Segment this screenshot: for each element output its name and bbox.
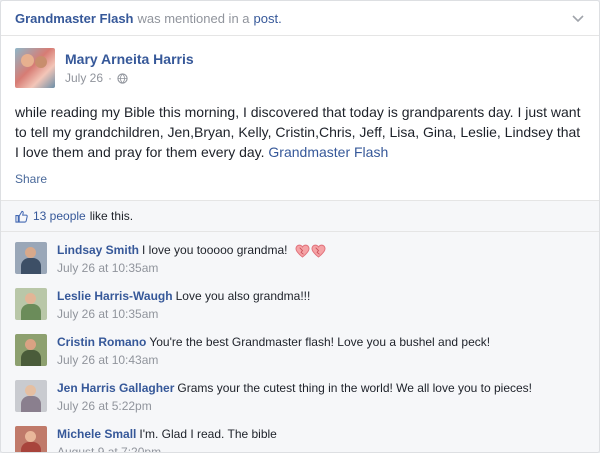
likes-suffix: like this.	[89, 209, 134, 223]
mention-text: was mentioned in a	[137, 10, 250, 26]
commenter-name[interactable]: Michele Small	[57, 427, 136, 441]
post-link[interactable]: post.	[254, 11, 282, 26]
author-name[interactable]: Mary Arneita Harris	[65, 51, 194, 67]
separator-dot: ·	[108, 71, 113, 85]
post-author-row: Mary Arneita Harris July 26 ·	[1, 36, 599, 88]
story-card: Grandmaster Flash was mentioned in a pos…	[0, 0, 600, 453]
mention-header: Grandmaster Flash was mentioned in a pos…	[1, 1, 599, 36]
comments-list: Lindsay Smith I love you tooooo grandma! …	[1, 231, 599, 452]
globe-icon	[117, 72, 128, 84]
comment-text: I love you tooooo grandma!	[142, 243, 288, 257]
share-button[interactable]: Share	[1, 162, 599, 186]
comment-text: I'm. Glad I read. The bible	[139, 427, 277, 441]
comment-item: Lindsay Smith I love you tooooo grandma! …	[1, 236, 599, 282]
commenter-name[interactable]: Cristin Romano	[57, 335, 146, 349]
author-meta: Mary Arneita Harris July 26 ·	[65, 48, 194, 88]
commenter-avatar[interactable]	[15, 242, 47, 274]
commenter-avatar[interactable]	[15, 380, 47, 412]
post-body: while reading my Bible this morning, I d…	[1, 88, 599, 162]
commenter-name[interactable]: Lindsay Smith	[57, 243, 139, 257]
commenter-avatar[interactable]	[15, 288, 47, 320]
comment-item: Cristin Romano You're the best Grandmaste…	[1, 328, 599, 374]
post-date-row: July 26 ·	[65, 71, 194, 85]
comment-text: You're the best Grandmaster flash! Love …	[149, 335, 491, 349]
comment-timestamp[interactable]: August 9 at 7:20pm	[57, 444, 277, 452]
comment-item: Michele Small I'm. Glad I read. The bible…	[1, 420, 599, 452]
chevron-down-icon[interactable]	[571, 11, 585, 25]
comment-timestamp[interactable]: July 26 at 10:35am	[57, 306, 310, 322]
comment-text: Grams your the cutest thing in the world…	[177, 381, 533, 395]
comment-item: Leslie Harris-Waugh Love you also grandma…	[1, 282, 599, 328]
author-avatar[interactable]	[15, 48, 55, 88]
comment-timestamp[interactable]: July 26 at 5:22pm	[57, 398, 532, 414]
mentioned-page-link[interactable]: Grandmaster Flash	[15, 11, 134, 26]
comment-text: Love you also grandma!!!	[175, 289, 311, 303]
commenter-avatar[interactable]	[15, 426, 47, 452]
thumbs-up-icon	[15, 210, 28, 223]
likes-summary: 13 people like this.	[1, 201, 599, 231]
likes-count-link[interactable]: 13 people	[33, 209, 86, 223]
tagged-page-link[interactable]: Grandmaster Flash	[268, 144, 388, 160]
comment-item: Jen Harris Gallagher Grams your the cutes…	[1, 374, 599, 420]
commenter-name[interactable]: Jen Harris Gallagher	[57, 381, 174, 395]
comment-timestamp[interactable]: July 26 at 10:43am	[57, 352, 490, 368]
heart-emoji-icon	[295, 244, 327, 258]
commenter-avatar[interactable]	[15, 334, 47, 366]
comment-timestamp[interactable]: July 26 at 10:35am	[57, 260, 327, 276]
post-timestamp[interactable]: July 26	[65, 71, 103, 85]
commenter-name[interactable]: Leslie Harris-Waugh	[57, 289, 173, 303]
